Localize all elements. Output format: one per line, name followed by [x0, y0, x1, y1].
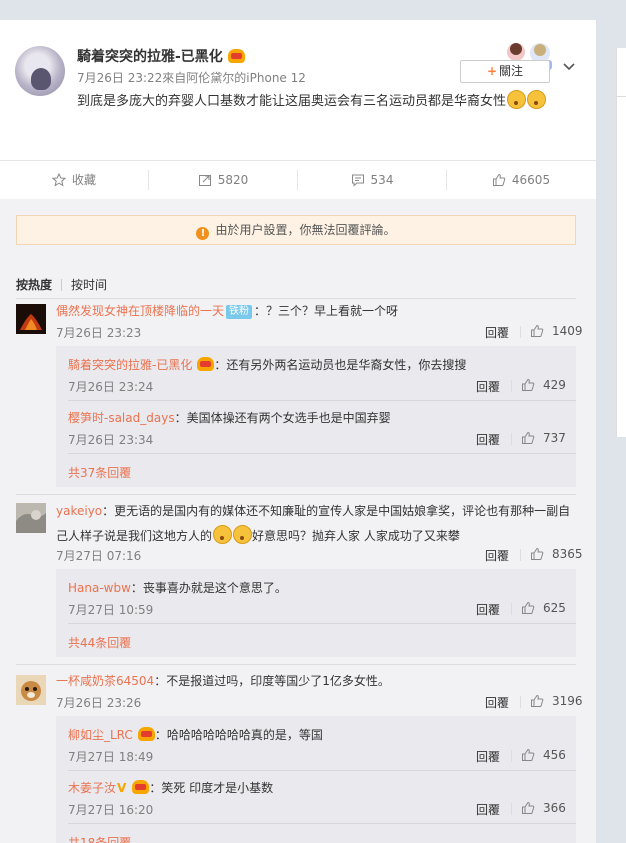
- thumbs-up-icon: [531, 324, 544, 337]
- follow-button[interactable]: + 關注: [460, 60, 550, 83]
- reply-username[interactable]: Hana-wbw: [68, 581, 131, 595]
- comment-like-button[interactable]: 3196: [530, 694, 583, 708]
- comment-text: 偶然发现女神在顶楼降临的一天 铁粉 ：？三个？早上看就一个呀: [56, 304, 399, 319]
- post-meta: 7月26日 23:22來自阿伦黛尔的iPhone 12: [77, 71, 306, 85]
- reply-button[interactable]: 回覆: [476, 601, 500, 618]
- post-text: 到底是多庞大的弃婴人口基数才能让这届奥运会有三名运动员都是华裔女性: [77, 90, 547, 109]
- reply-button[interactable]: 回覆: [485, 547, 509, 564]
- thumbs-up-icon: [492, 173, 506, 186]
- reply-text: 樱笋时-salad_days：美国体操还有两个女选手也是中国弃婴: [68, 411, 391, 425]
- star-icon: [51, 172, 67, 187]
- comment-username[interactable]: 一杯咸奶茶64504: [56, 674, 154, 688]
- reply-time: 7月27日 10:59: [68, 603, 154, 617]
- reply-like-button[interactable]: 429: [521, 378, 566, 392]
- comment-section: ! 由於用户設置，你無法回覆評論。 按热度 按时间 偶然发现女神在顶楼降临的一天 铁粉…: [0, 199, 596, 843]
- reply-text: 柳如尘_LRC ：哈哈哈哈哈哈哈真的是，等国: [68, 727, 323, 742]
- reply-text: 木姜子汝V ：笑死 印度才是小基数: [68, 780, 274, 795]
- reply-username[interactable]: 柳如尘_LRC: [68, 728, 133, 742]
- comment-disabled-notice: ! 由於用户設置，你無法回覆評論。: [16, 215, 576, 245]
- thumbs-up-icon: [522, 801, 535, 814]
- grin-emoji-icon: [213, 525, 233, 544]
- post-action-bar: 收藏 5820 534 46605: [0, 160, 596, 200]
- chevron-down-icon[interactable]: [562, 60, 576, 74]
- sort-tabs: 按热度 按时间: [16, 276, 107, 293]
- vip-crown-icon: [227, 49, 245, 63]
- plus-icon: +: [486, 64, 498, 78]
- reply-username[interactable]: 樱笋时-salad_days: [68, 411, 175, 425]
- commenter-avatar[interactable]: [16, 304, 46, 334]
- thumbs-up-icon: [522, 601, 535, 614]
- reply-like-button[interactable]: 737: [521, 431, 566, 445]
- post-author[interactable]: 騎着突突的拉雅-已黑化: [77, 46, 245, 66]
- reply-like-button[interactable]: 366: [521, 801, 566, 815]
- repost-icon: [198, 175, 211, 186]
- surprised-emoji-icon: [507, 90, 527, 109]
- reply-time: 7月26日 23:24: [68, 380, 154, 394]
- side-panel-edge-2: [616, 96, 626, 437]
- surprised-emoji-icon: [527, 90, 547, 109]
- favorite-button[interactable]: 收藏: [0, 161, 148, 199]
- more-replies-link[interactable]: 共37条回覆: [68, 464, 131, 481]
- vip-crown-icon: [137, 727, 155, 741]
- comment-username[interactable]: yakeiyo: [56, 504, 102, 518]
- weibo-post-card: 騎着突突的拉雅-已黑化 7月26日 23:22來自阿伦黛尔的iPhone 12 …: [0, 20, 596, 843]
- comment-like-button[interactable]: 8365: [530, 547, 583, 561]
- thumbs-up-icon: [522, 748, 535, 761]
- reply-button[interactable]: 回覆: [476, 748, 500, 765]
- comment-time: 7月27日 07:16: [56, 549, 142, 563]
- grin-emoji-icon: [233, 525, 253, 544]
- comment-icon: [351, 174, 364, 187]
- reply-button[interactable]: 回覆: [476, 431, 500, 448]
- warning-icon: !: [196, 227, 210, 240]
- comment-button[interactable]: 534: [298, 161, 446, 199]
- sort-by-time[interactable]: 按时间: [71, 278, 107, 292]
- comment-time: 7月26日 23:26: [56, 696, 142, 710]
- reply-time: 7月26日 23:34: [68, 433, 154, 447]
- reply-button[interactable]: 回覆: [476, 801, 500, 818]
- reply-text: Hana-wbw：丧事喜办就是这个意思了。: [68, 581, 287, 595]
- comment-text: yakeiyo：更无语的是国内有的媒体还不知廉耻的宣传人家是中国姑娘拿奖，评论也…: [56, 504, 571, 518]
- reply-username[interactable]: 木姜子汝: [68, 781, 116, 795]
- comment-username[interactable]: 偶然发现女神在顶楼降临的一天: [56, 304, 224, 318]
- reply-button[interactable]: 回覆: [485, 324, 509, 341]
- reply-button[interactable]: 回覆: [476, 378, 500, 395]
- comment-text-line2: 己人样子说是我们这地方人的 好意思吗？抛弃人家 人家成功了又来攀: [56, 525, 460, 544]
- commenter-avatar[interactable]: [16, 675, 46, 705]
- sort-by-hot[interactable]: 按热度: [16, 278, 52, 292]
- commenter-avatar[interactable]: [16, 503, 46, 533]
- repost-button[interactable]: 5820: [149, 161, 297, 199]
- reply-button[interactable]: 回覆: [485, 694, 509, 711]
- reply-text: 騎着突突的拉雅-已黑化 ：还有另外两名运动员也是华裔女性，你去搜搜: [68, 357, 467, 372]
- thumbs-up-icon: [531, 694, 544, 707]
- vip-crown-icon: [132, 780, 150, 794]
- thumbs-up-icon: [522, 378, 535, 391]
- more-replies-link[interactable]: 共44条回覆: [68, 634, 131, 651]
- fan-badge: 铁粉: [226, 305, 253, 319]
- more-replies-link[interactable]: 共18条回覆: [68, 834, 131, 843]
- like-button[interactable]: 46605: [447, 161, 595, 199]
- comment-time: 7月26日 23:23: [56, 326, 142, 340]
- comment-text: 一杯咸奶茶64504：不是报道过吗，印度等国少了1亿多女性。: [56, 674, 390, 688]
- thumbs-up-icon: [531, 547, 544, 560]
- reply-like-button[interactable]: 456: [521, 748, 566, 762]
- thumbs-up-icon: [522, 431, 535, 444]
- vip-crown-icon: [197, 357, 215, 371]
- author-avatar[interactable]: [15, 46, 65, 96]
- reply-like-button[interactable]: 625: [521, 601, 566, 615]
- reply-username[interactable]: 騎着突突的拉雅-已黑化: [68, 358, 192, 372]
- verified-v-icon: V: [117, 781, 127, 795]
- reply-time: 7月27日 16:20: [68, 803, 154, 817]
- reply-time: 7月27日 18:49: [68, 750, 154, 764]
- comment-like-button[interactable]: 1409: [530, 324, 583, 338]
